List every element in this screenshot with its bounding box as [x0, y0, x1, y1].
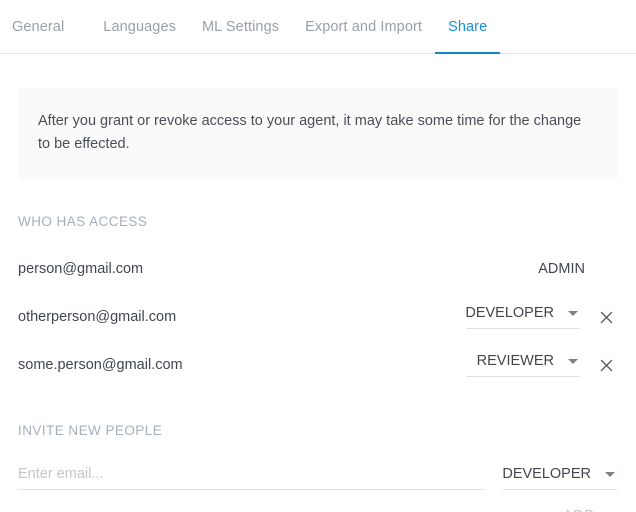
invite-email-input[interactable]	[18, 466, 485, 490]
chevron-down-icon	[568, 310, 578, 316]
close-icon	[600, 311, 612, 323]
tab-ml-settings-label: ML Settings	[201, 18, 280, 35]
access-row: some.person@gmail.com REVIEWER	[18, 341, 618, 389]
access-row-role-label: DEVELOPER	[465, 305, 554, 321]
invite-role-label: DEVELOPER	[502, 466, 591, 482]
tab-export-and-import[interactable]: Export and Import	[292, 0, 435, 54]
close-icon	[600, 359, 612, 371]
invite-new-people-heading: INVITE NEW PEOPLE	[18, 423, 163, 438]
info-banner-text: After you grant or revoke access to your…	[38, 113, 582, 152]
add-button[interactable]: ADD	[561, 504, 597, 512]
access-row-email: some.person@gmail.com	[18, 357, 183, 373]
access-row-email: person@gmail.com	[18, 261, 144, 277]
tab-ml-settings[interactable]: ML Settings	[189, 0, 292, 54]
share-settings-panel: After you grant or revoke access to your…	[0, 88, 636, 512]
tab-general[interactable]: General	[12, 0, 77, 54]
info-banner: After you grant or revoke access to your…	[18, 88, 617, 180]
invite-row: DEVELOPER	[18, 456, 618, 490]
tab-export-and-import-label: Export and Import	[305, 18, 423, 35]
tab-general-label: General	[12, 18, 65, 35]
access-row: person@gmail.com ADMIN	[18, 245, 618, 293]
remove-access-button[interactable]	[594, 305, 618, 329]
access-row-email: otherperson@gmail.com	[18, 309, 177, 325]
access-list: person@gmail.com ADMIN otherperson@gmail…	[18, 245, 618, 389]
tab-share-label: Share	[448, 18, 488, 35]
tab-share[interactable]: Share	[435, 0, 501, 54]
tab-languages[interactable]: Languages	[90, 0, 189, 54]
access-row-role-static: ADMIN	[538, 261, 585, 277]
tab-languages-label: Languages	[103, 18, 176, 35]
access-row-role-label: REVIEWER	[476, 353, 554, 369]
who-has-access-heading: WHO HAS ACCESS	[18, 214, 148, 229]
chevron-down-icon	[605, 471, 615, 477]
settings-tab-bar: General Languages ML Settings Export and…	[0, 0, 636, 54]
add-row: ADD	[18, 504, 618, 512]
access-row-role-dropdown[interactable]: REVIEWER	[466, 353, 580, 377]
remove-access-button[interactable]	[594, 353, 618, 377]
access-row-role-dropdown[interactable]: DEVELOPER	[465, 305, 580, 329]
invite-role-dropdown[interactable]: DEVELOPER	[502, 466, 617, 490]
chevron-down-icon	[568, 358, 578, 364]
access-row: otherperson@gmail.com DEVELOPER	[18, 293, 618, 341]
